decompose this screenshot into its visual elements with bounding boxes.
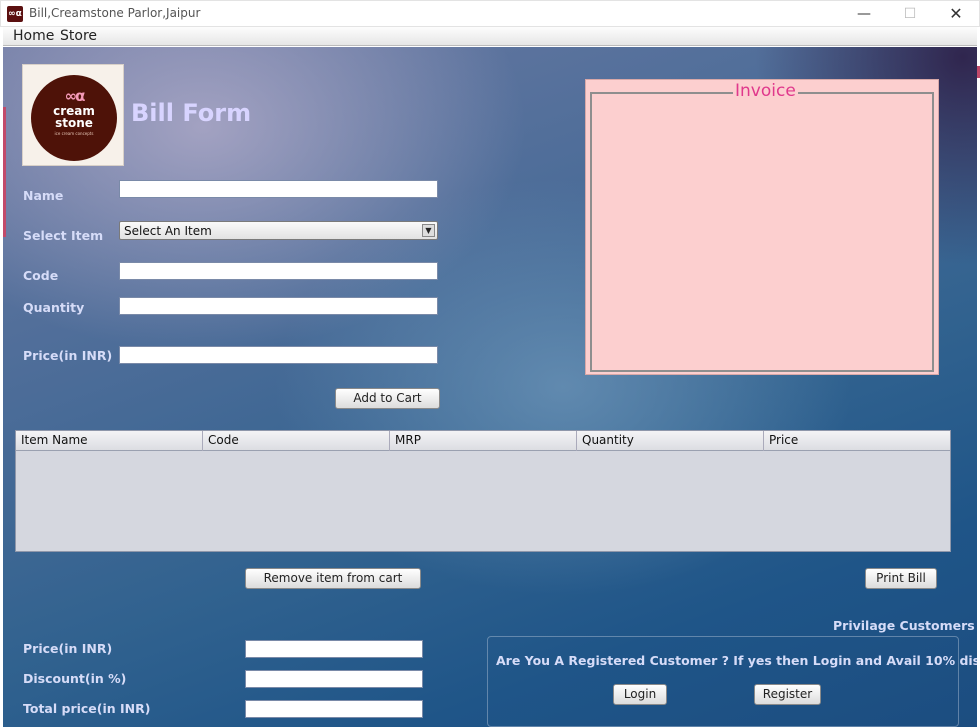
menu-home[interactable]: Home [13, 28, 54, 44]
logo-word-stone: stone [55, 116, 93, 130]
print-bill-button[interactable]: Print Bill [865, 568, 937, 589]
name-label: Name [23, 188, 64, 203]
logo-tagline: ice cream concepts [54, 131, 94, 136]
login-button[interactable]: Login [613, 684, 667, 705]
discount-label: Discount(in %) [23, 671, 127, 686]
logo-mark-icon: ∞α [64, 87, 86, 105]
code-label: Code [23, 268, 59, 283]
quantity-label: Quantity [23, 300, 85, 315]
price-label: Price(in INR) [23, 348, 113, 363]
name-field[interactable] [119, 180, 438, 198]
subtotal-label: Price(in INR) [23, 641, 113, 656]
invoice-frame: Invoice [590, 81, 934, 372]
item-select[interactable]: Select An Item ▼ [119, 221, 438, 240]
bill-form-panel: ∞α cream stone ice cream concepts Bill F… [3, 47, 977, 727]
invoice-panel: Invoice [585, 79, 939, 375]
subtotal-field[interactable] [245, 640, 423, 658]
invoice-legend: Invoice [733, 81, 798, 101]
add-to-cart-button[interactable]: Add to Cart [335, 388, 440, 409]
column-header-mrp[interactable]: MRP [390, 431, 577, 451]
cart-table[interactable]: Item Name Code MRP Quantity Price [15, 430, 951, 552]
column-header-price[interactable]: Price [764, 431, 950, 451]
privilege-box [487, 636, 959, 727]
total-price-label: Total price(in INR) [23, 701, 151, 716]
select-item-label: Select Item [23, 228, 104, 243]
column-header-code[interactable]: Code [203, 431, 390, 451]
register-button[interactable]: Register [754, 684, 821, 705]
close-button[interactable]: ✕ [933, 1, 979, 28]
quantity-field[interactable] [119, 297, 438, 315]
logo-badge: ∞α cream stone ice cream concepts [31, 75, 117, 161]
app-icon: ∞α [7, 6, 23, 22]
privilege-prompt: Are You A Registered Customer ? If yes t… [496, 653, 977, 668]
accent-bar [3, 107, 6, 237]
privilege-customers-title: Privilage Customers [833, 618, 975, 633]
code-field[interactable] [119, 262, 438, 280]
maximize-button[interactable]: ☐ [887, 1, 933, 28]
menu-store[interactable]: Store [60, 28, 97, 44]
menu-bar: Home Store [3, 27, 977, 46]
cart-table-header: Item Name Code MRP Quantity Price [16, 431, 950, 451]
minimize-button[interactable]: — [841, 1, 887, 28]
item-select-value: Select An Item [124, 224, 212, 238]
price-field[interactable] [119, 346, 438, 364]
chevron-down-icon[interactable]: ▼ [422, 224, 435, 237]
remove-item-button[interactable]: Remove item from cart [245, 568, 421, 589]
discount-field[interactable] [245, 670, 423, 688]
page-title: Bill Form [131, 99, 252, 127]
column-header-item-name[interactable]: Item Name [16, 431, 203, 451]
window-title: Bill,Creamstone Parlor,Jaipur [29, 6, 201, 20]
window-titlebar: ∞α Bill,Creamstone Parlor,Jaipur — ☐ ✕ [0, 0, 980, 27]
creamstone-logo: ∞α cream stone ice cream concepts [22, 64, 124, 166]
column-header-quantity[interactable]: Quantity [577, 431, 764, 451]
total-price-field[interactable] [245, 700, 423, 718]
